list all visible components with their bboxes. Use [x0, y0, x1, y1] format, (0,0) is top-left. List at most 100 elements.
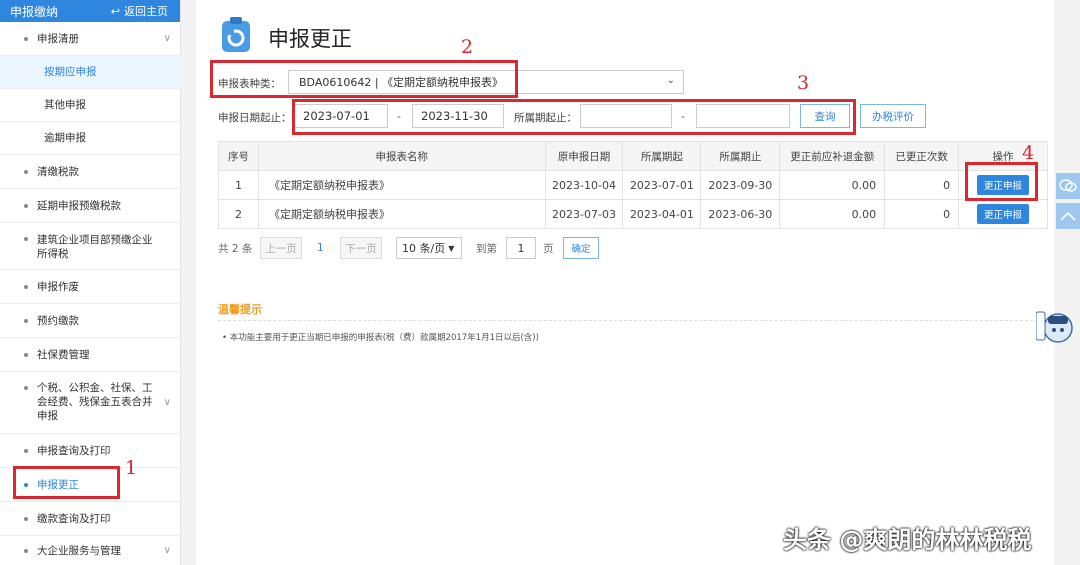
bullet-icon — [24, 237, 28, 241]
goto-label: 到第 — [476, 242, 497, 255]
sidebar-item-label: 大企业服务与管理 — [37, 544, 121, 557]
annotation-number-2: 2 — [461, 36, 474, 58]
chevron-down-icon: ∨ — [163, 545, 171, 556]
chat-icon — [1059, 179, 1077, 192]
date-range-label: 申报日期起止： — [218, 112, 292, 124]
annotation-number-4: 4 — [1022, 142, 1035, 164]
sidebar-item-combined[interactable]: 个税、公积金、社保、工会经费、残保金五表合并申报 ∨ — [0, 372, 181, 434]
back-to-top-button[interactable] — [1056, 203, 1080, 229]
page-suffix: 页 — [543, 242, 554, 255]
sidebar-item-label: 预约缴款 — [37, 314, 79, 327]
assistant-avatar-icon[interactable] — [1035, 306, 1076, 346]
col-header: 序号 — [218, 141, 259, 171]
tips-text: • 本功能主要用于更正当期已申报的申报表(税（费）款属期2017年1月1日以后(… — [222, 333, 539, 343]
chevron-down-icon: ∨ — [163, 397, 171, 408]
sidebar-item-label: 逾期申报 — [44, 132, 86, 144]
col-header: 更正前应补退金额 — [779, 141, 886, 171]
goto-confirm-button[interactable]: 确定 — [563, 237, 599, 259]
sidebar-item-social-security[interactable]: 社保费管理 — [0, 338, 181, 372]
cell-period-from: 2023-04-01 — [622, 199, 702, 229]
annotation-box-2 — [210, 60, 518, 98]
watermark: 头条 @爽朗的林林税税 — [783, 526, 1032, 554]
cell-count: 0 — [884, 170, 960, 200]
col-header: 申报表名称 — [257, 141, 546, 171]
page-title: 申报更正 — [268, 27, 352, 51]
bullet-icon — [24, 448, 28, 453]
cell-no: 2 — [218, 199, 259, 229]
goto-page-input[interactable]: 1 — [506, 237, 536, 259]
chevron-up-icon — [1060, 211, 1076, 221]
sidebar-header: 申报缴纳 ↩ 返回主页 — [0, 0, 180, 22]
cell-name: 《定期定额纳税申报表》 — [257, 199, 546, 229]
table-row: 1 《定期定额纳税申报表》 2023-10-04 2023-07-01 2023… — [218, 170, 1048, 200]
bullet-icon — [24, 284, 28, 289]
col-header: 所属期起 — [622, 141, 702, 171]
cell-amount: 0.00 — [779, 170, 886, 200]
bullet-icon — [24, 516, 28, 521]
sidebar-item-appointment[interactable]: 预约缴款 — [0, 304, 181, 338]
annotation-number-3: 3 — [797, 72, 810, 94]
cell-period-to: 2023-06-30 — [700, 199, 781, 229]
col-header: 已更正次数 — [884, 141, 960, 171]
sidebar-item-label: 申报作废 — [37, 280, 79, 293]
bullet-icon — [24, 169, 28, 174]
sidebar-subitem-overdue[interactable]: 逾期申报 — [0, 122, 181, 155]
annotation-box-1 — [13, 466, 120, 499]
divider — [218, 320, 1048, 321]
table-header-row: 序号 申报表名称 原申报日期 所属期起 所属期止 更正前应补退金额 已更正次数 … — [218, 141, 1048, 171]
bullet-icon — [24, 203, 28, 208]
chat-float-button[interactable] — [1056, 173, 1080, 199]
cell-no: 1 — [218, 170, 259, 200]
current-page[interactable]: 1 — [317, 237, 324, 259]
cell-period-from: 2023-07-01 — [622, 170, 702, 200]
cell-period-to: 2023-09-30 — [700, 170, 781, 200]
sidebar-item-label: 清缴税款 — [37, 165, 79, 178]
sidebar-subitem-other[interactable]: 其他申报 — [0, 89, 181, 122]
clipboard-icon — [222, 17, 250, 52]
cell-action: 更正申报 — [958, 199, 1048, 229]
sidebar-item-label: 其他申报 — [44, 99, 86, 111]
col-header: 所属期止 — [700, 141, 781, 171]
sidebar-item-void[interactable]: 申报作废 — [0, 270, 181, 304]
table-row: 2 《定期定额纳税申报表》 2023-07-03 2023-04-01 2023… — [218, 199, 1048, 229]
total-count: 共 2 条 — [218, 242, 253, 255]
correct-declaration-button[interactable]: 更正申报 — [977, 204, 1030, 224]
col-header: 原申报日期 — [544, 141, 624, 171]
cell-orig-date: 2023-07-03 — [544, 199, 624, 229]
tips-title: 温馨提示 — [218, 303, 262, 316]
chevron-down-icon: ∨ — [163, 33, 171, 44]
sidebar-item-label: 按期应申报 — [44, 66, 97, 78]
back-arrow-icon: ↩ — [110, 4, 120, 18]
sidebar-item-clear-tax[interactable]: 清缴税款 — [0, 155, 181, 189]
bullet-icon — [24, 36, 28, 41]
annotation-box-3 — [292, 99, 856, 135]
next-page-button[interactable]: 下一页 — [340, 237, 382, 259]
annotation-number-1: 1 — [125, 457, 138, 479]
sidebar-item-payment-query[interactable]: 缴款查询及打印 — [0, 502, 181, 536]
sidebar-item-deferred[interactable]: 延期申报预缴税款 — [0, 189, 181, 223]
prev-page-button[interactable]: 上一页 — [260, 237, 302, 259]
sidebar-item-label: 社保费管理 — [37, 348, 90, 361]
page-size-value: 10 条/页 — [402, 242, 446, 255]
sidebar-item-label: 申报查询及打印 — [37, 444, 111, 457]
cell-count: 0 — [884, 199, 960, 229]
bullet-icon — [24, 386, 28, 390]
sidebar-item-label: 延期申报预缴税款 — [37, 199, 121, 212]
sidebar-item-query-print[interactable]: 申报查询及打印 — [0, 434, 181, 468]
sidebar-item-declaration-list[interactable]: 申报清册 ∨ — [0, 22, 181, 56]
cell-name: 《定期定额纳税申报表》 — [257, 170, 546, 200]
sidebar-item-construction[interactable]: 建筑企业项目部预缴企业所得税 — [0, 223, 181, 270]
chevron-down-icon: ▼ — [448, 243, 455, 253]
sidebar-item-label: 申报清册 — [37, 32, 79, 45]
sidebar-item-enterprise[interactable]: 大企业服务与管理 ∨ — [0, 536, 181, 565]
sidebar-subitem-periodic[interactable]: 按期应申报 — [0, 56, 181, 89]
page-size-select[interactable]: 10 条/页 ▼ — [396, 237, 462, 259]
cell-amount: 0.00 — [779, 199, 886, 229]
bullet-icon — [24, 352, 28, 357]
declarations-table: 序号 申报表名称 原申报日期 所属期起 所属期止 更正前应补退金额 已更正次数 … — [218, 141, 1048, 229]
tax-rating-button[interactable]: 办税评价 — [860, 104, 926, 128]
back-home-button[interactable]: ↩ 返回主页 — [111, 3, 168, 19]
annotation-box-4 — [965, 162, 1038, 201]
sidebar-item-label: 建筑企业项目部预缴企业所得税 — [37, 234, 153, 260]
bullet-icon — [24, 548, 28, 553]
